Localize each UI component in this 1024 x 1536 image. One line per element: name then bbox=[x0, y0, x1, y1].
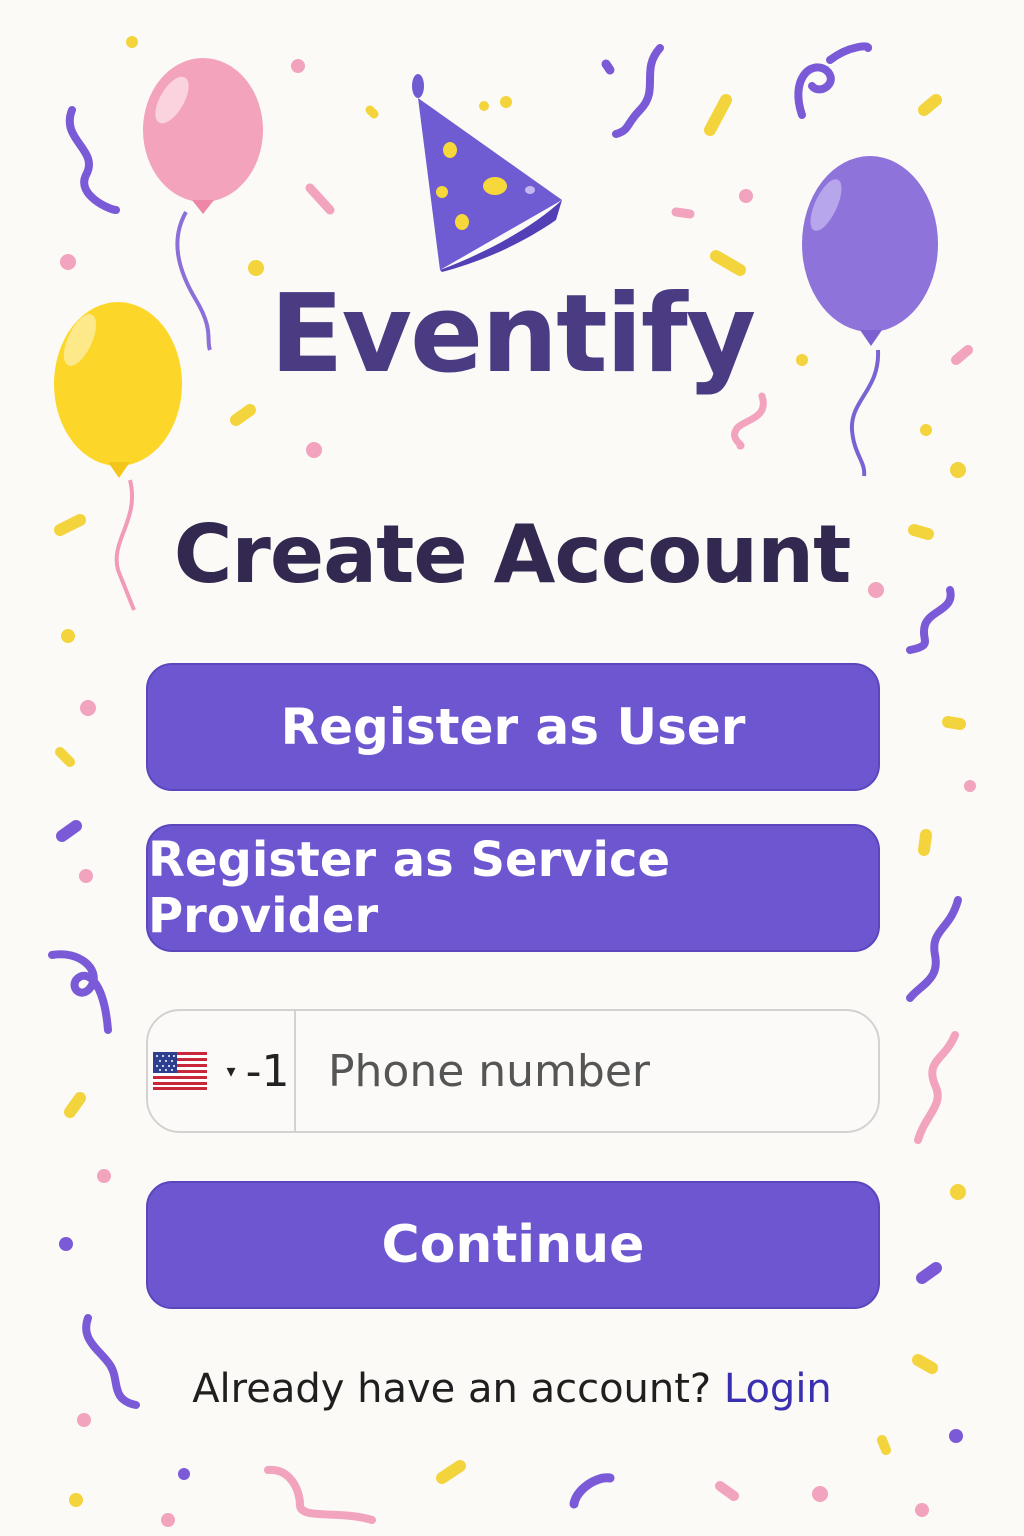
login-prompt: Already have an account? Login bbox=[0, 1366, 1024, 1412]
us-flag-icon bbox=[152, 1052, 207, 1090]
register-user-button[interactable]: Register as User bbox=[146, 663, 880, 791]
chevron-down-icon: ▾ bbox=[226, 1060, 236, 1082]
page-title: Create Account bbox=[173, 508, 852, 601]
continue-button[interactable]: Continue bbox=[146, 1181, 880, 1309]
country-code-selector[interactable]: ▾ -1 bbox=[148, 1011, 296, 1131]
phone-number-input[interactable] bbox=[296, 1011, 878, 1131]
register-provider-button[interactable]: Register as Service Provider bbox=[146, 824, 880, 952]
register-user-label: Register as User bbox=[280, 698, 746, 756]
phone-field: ▾ -1 bbox=[146, 1009, 880, 1133]
dial-code: -1 bbox=[245, 1045, 290, 1097]
app-logo: Eventify bbox=[269, 272, 756, 397]
continue-label: Continue bbox=[381, 1215, 645, 1275]
login-link[interactable]: Login bbox=[724, 1366, 832, 1412]
login-prompt-text: Already have an account? bbox=[192, 1366, 712, 1412]
register-provider-label: Register as Service Provider bbox=[148, 832, 670, 944]
